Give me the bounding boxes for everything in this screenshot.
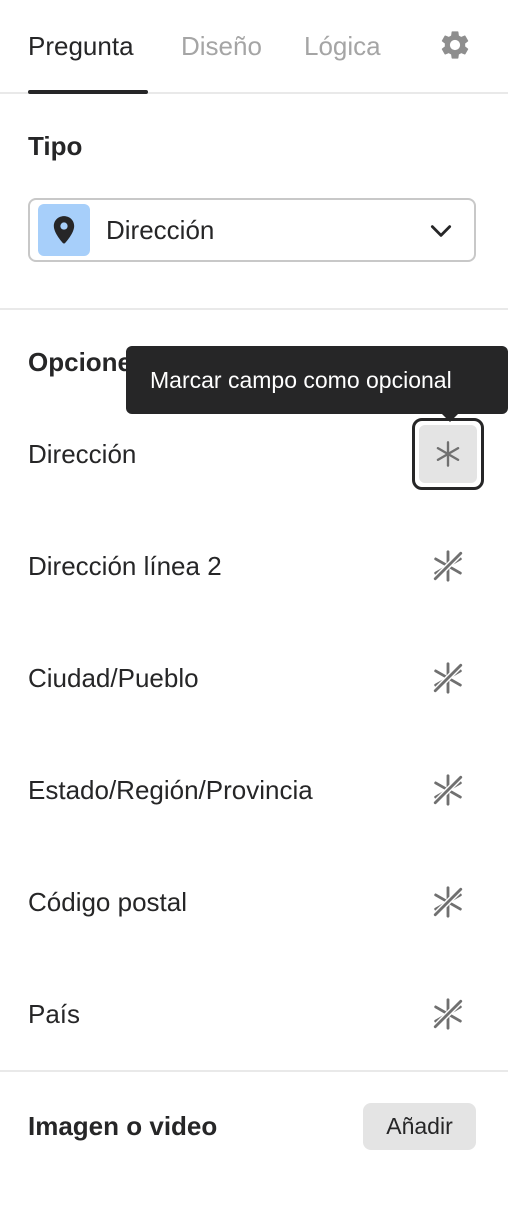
required-toggle-codigo-postal[interactable]	[430, 884, 466, 920]
tab-pregunta[interactable]: Pregunta	[28, 30, 134, 62]
field-label-codigo-postal: Código postal	[28, 887, 187, 917]
type-section-title: Tipo	[28, 131, 83, 161]
field-label-pais: País	[28, 999, 81, 1029]
add-media-button[interactable]: Añadir	[363, 1103, 476, 1150]
tab-diseno[interactable]: Diseño	[181, 30, 262, 62]
required-toggle-direccion-linea-2[interactable]	[430, 548, 466, 584]
tooltip-arrow	[440, 412, 460, 422]
type-dropdown[interactable]: Dirección	[28, 198, 476, 262]
required-toggle-direccion[interactable]	[412, 418, 484, 490]
chevron-down-icon	[430, 225, 452, 237]
gear-icon[interactable]	[438, 28, 472, 62]
required-toggle-pais[interactable]	[430, 996, 466, 1032]
field-label-ciudad: Ciudad/Pueblo	[28, 663, 199, 693]
tooltip: Marcar campo como opcional	[126, 346, 508, 414]
field-label-direccion-linea-2: Dirección línea 2	[28, 551, 222, 581]
media-section-title: Imagen o video	[28, 1111, 218, 1141]
divider	[0, 308, 508, 310]
asterisk-off-icon	[432, 550, 464, 582]
required-toggle-estado[interactable]	[430, 772, 466, 808]
asterisk-off-icon	[432, 886, 464, 918]
asterisk-off-icon	[432, 998, 464, 1030]
asterisk-off-icon	[432, 774, 464, 806]
location-pin-icon	[38, 204, 90, 256]
divider	[0, 1070, 508, 1072]
tab-logica[interactable]: Lógica	[304, 30, 381, 62]
type-dropdown-value: Dirección	[106, 215, 215, 245]
active-tab-indicator	[28, 90, 148, 94]
tab-bar: Pregunta Diseño Lógica	[0, 0, 508, 94]
field-label-estado: Estado/Región/Provincia	[28, 775, 313, 805]
asterisk-icon	[436, 441, 460, 467]
required-toggle-ciudad[interactable]	[430, 660, 466, 696]
asterisk-off-icon	[432, 662, 464, 694]
field-label-direccion: Dirección	[28, 439, 137, 469]
